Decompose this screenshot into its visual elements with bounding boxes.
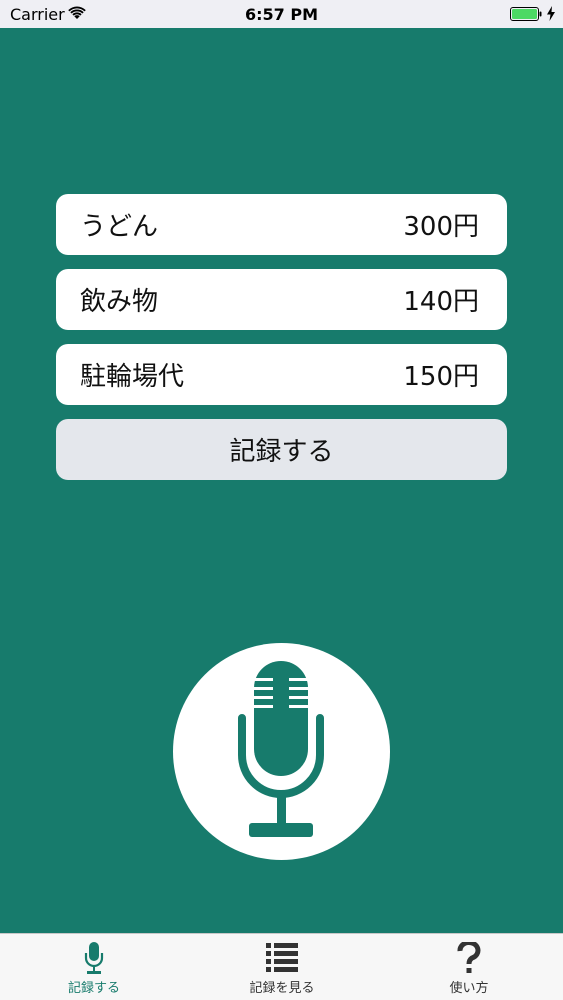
microphone-icon <box>84 942 104 974</box>
status-bar: Carrier 6:57 PM <box>0 0 563 28</box>
status-time: 6:57 PM <box>244 5 318 24</box>
battery-icon <box>510 7 542 21</box>
record-button[interactable]: 記録する <box>56 419 507 480</box>
list-icon <box>266 943 298 972</box>
tab-help-label: 使い方 <box>449 981 489 996</box>
microphone-icon <box>238 661 324 837</box>
tab-history-label: 記録を見る <box>249 981 315 996</box>
tab-history[interactable]: 記録を見る <box>188 934 376 1000</box>
tab-record-label: 記録する <box>67 981 120 996</box>
item-name: 飲み物 <box>80 287 159 317</box>
item-price: 150円 <box>403 362 479 392</box>
tab-record[interactable]: 記録する <box>0 934 188 1000</box>
tab-help[interactable]: 使い方 <box>375 934 563 1000</box>
microphone-button[interactable] <box>173 643 390 860</box>
tab-bar: 記録する 記録を見る 使い方 <box>0 933 563 1000</box>
charging-bolt-icon <box>547 6 555 21</box>
item-price: 300円 <box>403 212 479 242</box>
question-mark-icon <box>457 942 481 973</box>
item-name: 駐輪場代 <box>80 362 185 392</box>
record-button-label: 記録する <box>229 437 334 467</box>
item-name: うどん <box>80 212 159 242</box>
item-row[interactable]: 飲み物 140円 <box>56 269 507 330</box>
item-row[interactable]: うどん 300円 <box>56 194 507 255</box>
item-price: 140円 <box>403 287 479 317</box>
item-row[interactable]: 駐輪場代 150円 <box>56 344 507 405</box>
